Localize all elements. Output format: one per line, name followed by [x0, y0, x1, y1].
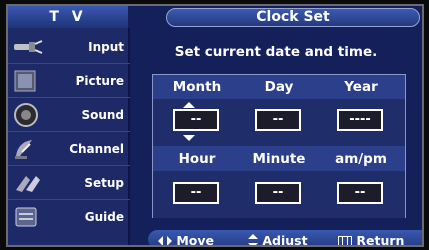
guide-icon	[15, 207, 37, 227]
sidebar-item-label: Input	[88, 40, 124, 54]
adjust-hint: Adjust	[248, 230, 308, 247]
month-field[interactable]: --	[173, 109, 219, 131]
page-title: Clock Set	[166, 8, 420, 27]
tv-label: T V	[8, 6, 128, 28]
hour-label: Hour	[178, 151, 216, 167]
sidebar-menu: Input Picture Sound Channel Setup Guide	[8, 28, 130, 245]
hour-field[interactable]: --	[173, 182, 219, 204]
day-label: Day	[264, 79, 294, 95]
down-arrow-icon	[183, 135, 195, 141]
instruction-text: Set current date and time.	[174, 44, 378, 60]
satellite-dish-icon	[15, 140, 32, 159]
sidebar-item-setup[interactable]: Setup	[8, 166, 130, 200]
sidebar-item-label: Setup	[84, 176, 124, 190]
minute-field[interactable]: --	[255, 182, 301, 204]
footer-hint-bar: Move Adjust Return	[148, 230, 422, 247]
clock-fields-box: Month Day Year -- -- ---- Hour Minute am…	[152, 74, 406, 218]
minute-label: Minute	[252, 151, 306, 167]
return-label: Return	[356, 233, 405, 247]
speaker-icon	[14, 103, 38, 127]
return-hint: Return	[338, 230, 405, 247]
year-label: Year	[344, 79, 378, 95]
header-bar: T V Clock Set	[8, 6, 422, 30]
sidebar-item-sound[interactable]: Sound	[8, 98, 130, 132]
sidebar-item-label: Channel	[69, 142, 124, 156]
picture-frame-icon	[14, 70, 36, 92]
sidebar-item-label: Picture	[75, 74, 124, 88]
year-field[interactable]: ----	[337, 109, 383, 131]
sidebar-item-guide[interactable]: Guide	[8, 200, 130, 234]
menu-button-icon	[338, 235, 352, 245]
move-label: Move	[176, 233, 215, 247]
setup-icon	[16, 176, 40, 192]
up-arrow-icon	[183, 102, 195, 108]
move-hint: Move	[158, 230, 215, 247]
ampm-field[interactable]: --	[337, 182, 383, 204]
sidebar-item-picture[interactable]: Picture	[8, 64, 130, 98]
sidebar-item-label: Sound	[81, 108, 124, 122]
input-plug-icon	[14, 40, 43, 54]
sidebar-item-input[interactable]: Input	[8, 30, 130, 64]
up-down-arrow-icon	[248, 233, 258, 245]
ampm-label: am/pm	[335, 151, 387, 167]
sidebar-item-label: Guide	[84, 210, 124, 224]
day-field[interactable]: --	[255, 109, 301, 131]
left-right-arrow-icon	[158, 235, 172, 245]
clock-set-panel: Set current date and time. Month Day Yea…	[130, 30, 422, 220]
sidebar-item-channel[interactable]: Channel	[8, 132, 130, 166]
tv-osd-window: T V Clock Set Input Picture Sound Channe…	[6, 4, 424, 247]
month-label: Month	[172, 79, 222, 95]
adjust-label: Adjust	[262, 233, 308, 247]
